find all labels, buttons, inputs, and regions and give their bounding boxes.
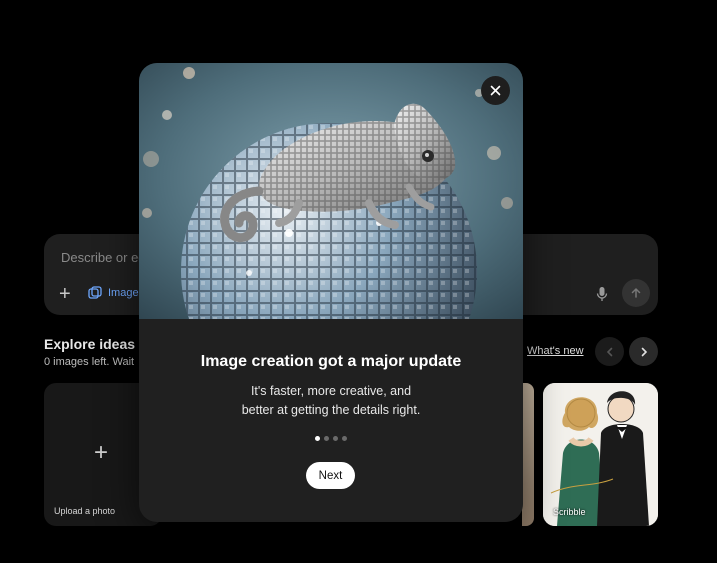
arrow-up-icon [631, 287, 641, 298]
explore-subtitle: 0 images left. Wait [44, 356, 135, 368]
explore-title: Explore ideas [44, 336, 136, 352]
plus-icon: + [94, 439, 109, 466]
close-icon [490, 85, 501, 96]
scribble-tile[interactable]: Scribble [543, 383, 658, 526]
image-button[interactable]: Image [88, 286, 139, 300]
send-button[interactable] [622, 279, 650, 307]
upload-photo-label: Upload a photo [54, 506, 116, 516]
update-modal: Image creation got a major update It's f… [139, 63, 523, 522]
modal-description: It's faster, more creative, and better a… [139, 382, 523, 420]
pagination-dot[interactable] [333, 436, 338, 441]
carousel-prev-button[interactable] [595, 337, 624, 366]
idea-tile-partial[interactable] [522, 383, 534, 526]
carousel-next-button[interactable] [629, 337, 658, 366]
pagination-dots [139, 436, 523, 441]
prompt-input[interactable]: Describe or ed [61, 250, 146, 265]
pagination-dot[interactable] [315, 436, 320, 441]
scribble-label: Scribble [553, 507, 586, 517]
mic-icon[interactable] [596, 286, 608, 307]
image-icon [88, 286, 102, 299]
modal-title: Image creation got a major update [200, 353, 462, 370]
hero-image [139, 63, 523, 319]
image-button-label: Image [108, 287, 139, 299]
modal-description-line-2: better at getting the details right. [241, 403, 421, 417]
scribble-illustration [543, 383, 658, 526]
whats-new-link[interactable]: What's new [527, 345, 584, 357]
chevron-right-icon [641, 347, 647, 356]
pagination-dot[interactable] [324, 436, 329, 441]
close-button[interactable] [481, 76, 510, 105]
next-button[interactable]: Next [306, 462, 355, 489]
pagination-dot[interactable] [342, 436, 347, 441]
plus-icon[interactable]: + [59, 284, 71, 304]
chevron-left-icon [606, 347, 612, 356]
modal-description-line-1: It's faster, more creative, and [250, 384, 412, 398]
